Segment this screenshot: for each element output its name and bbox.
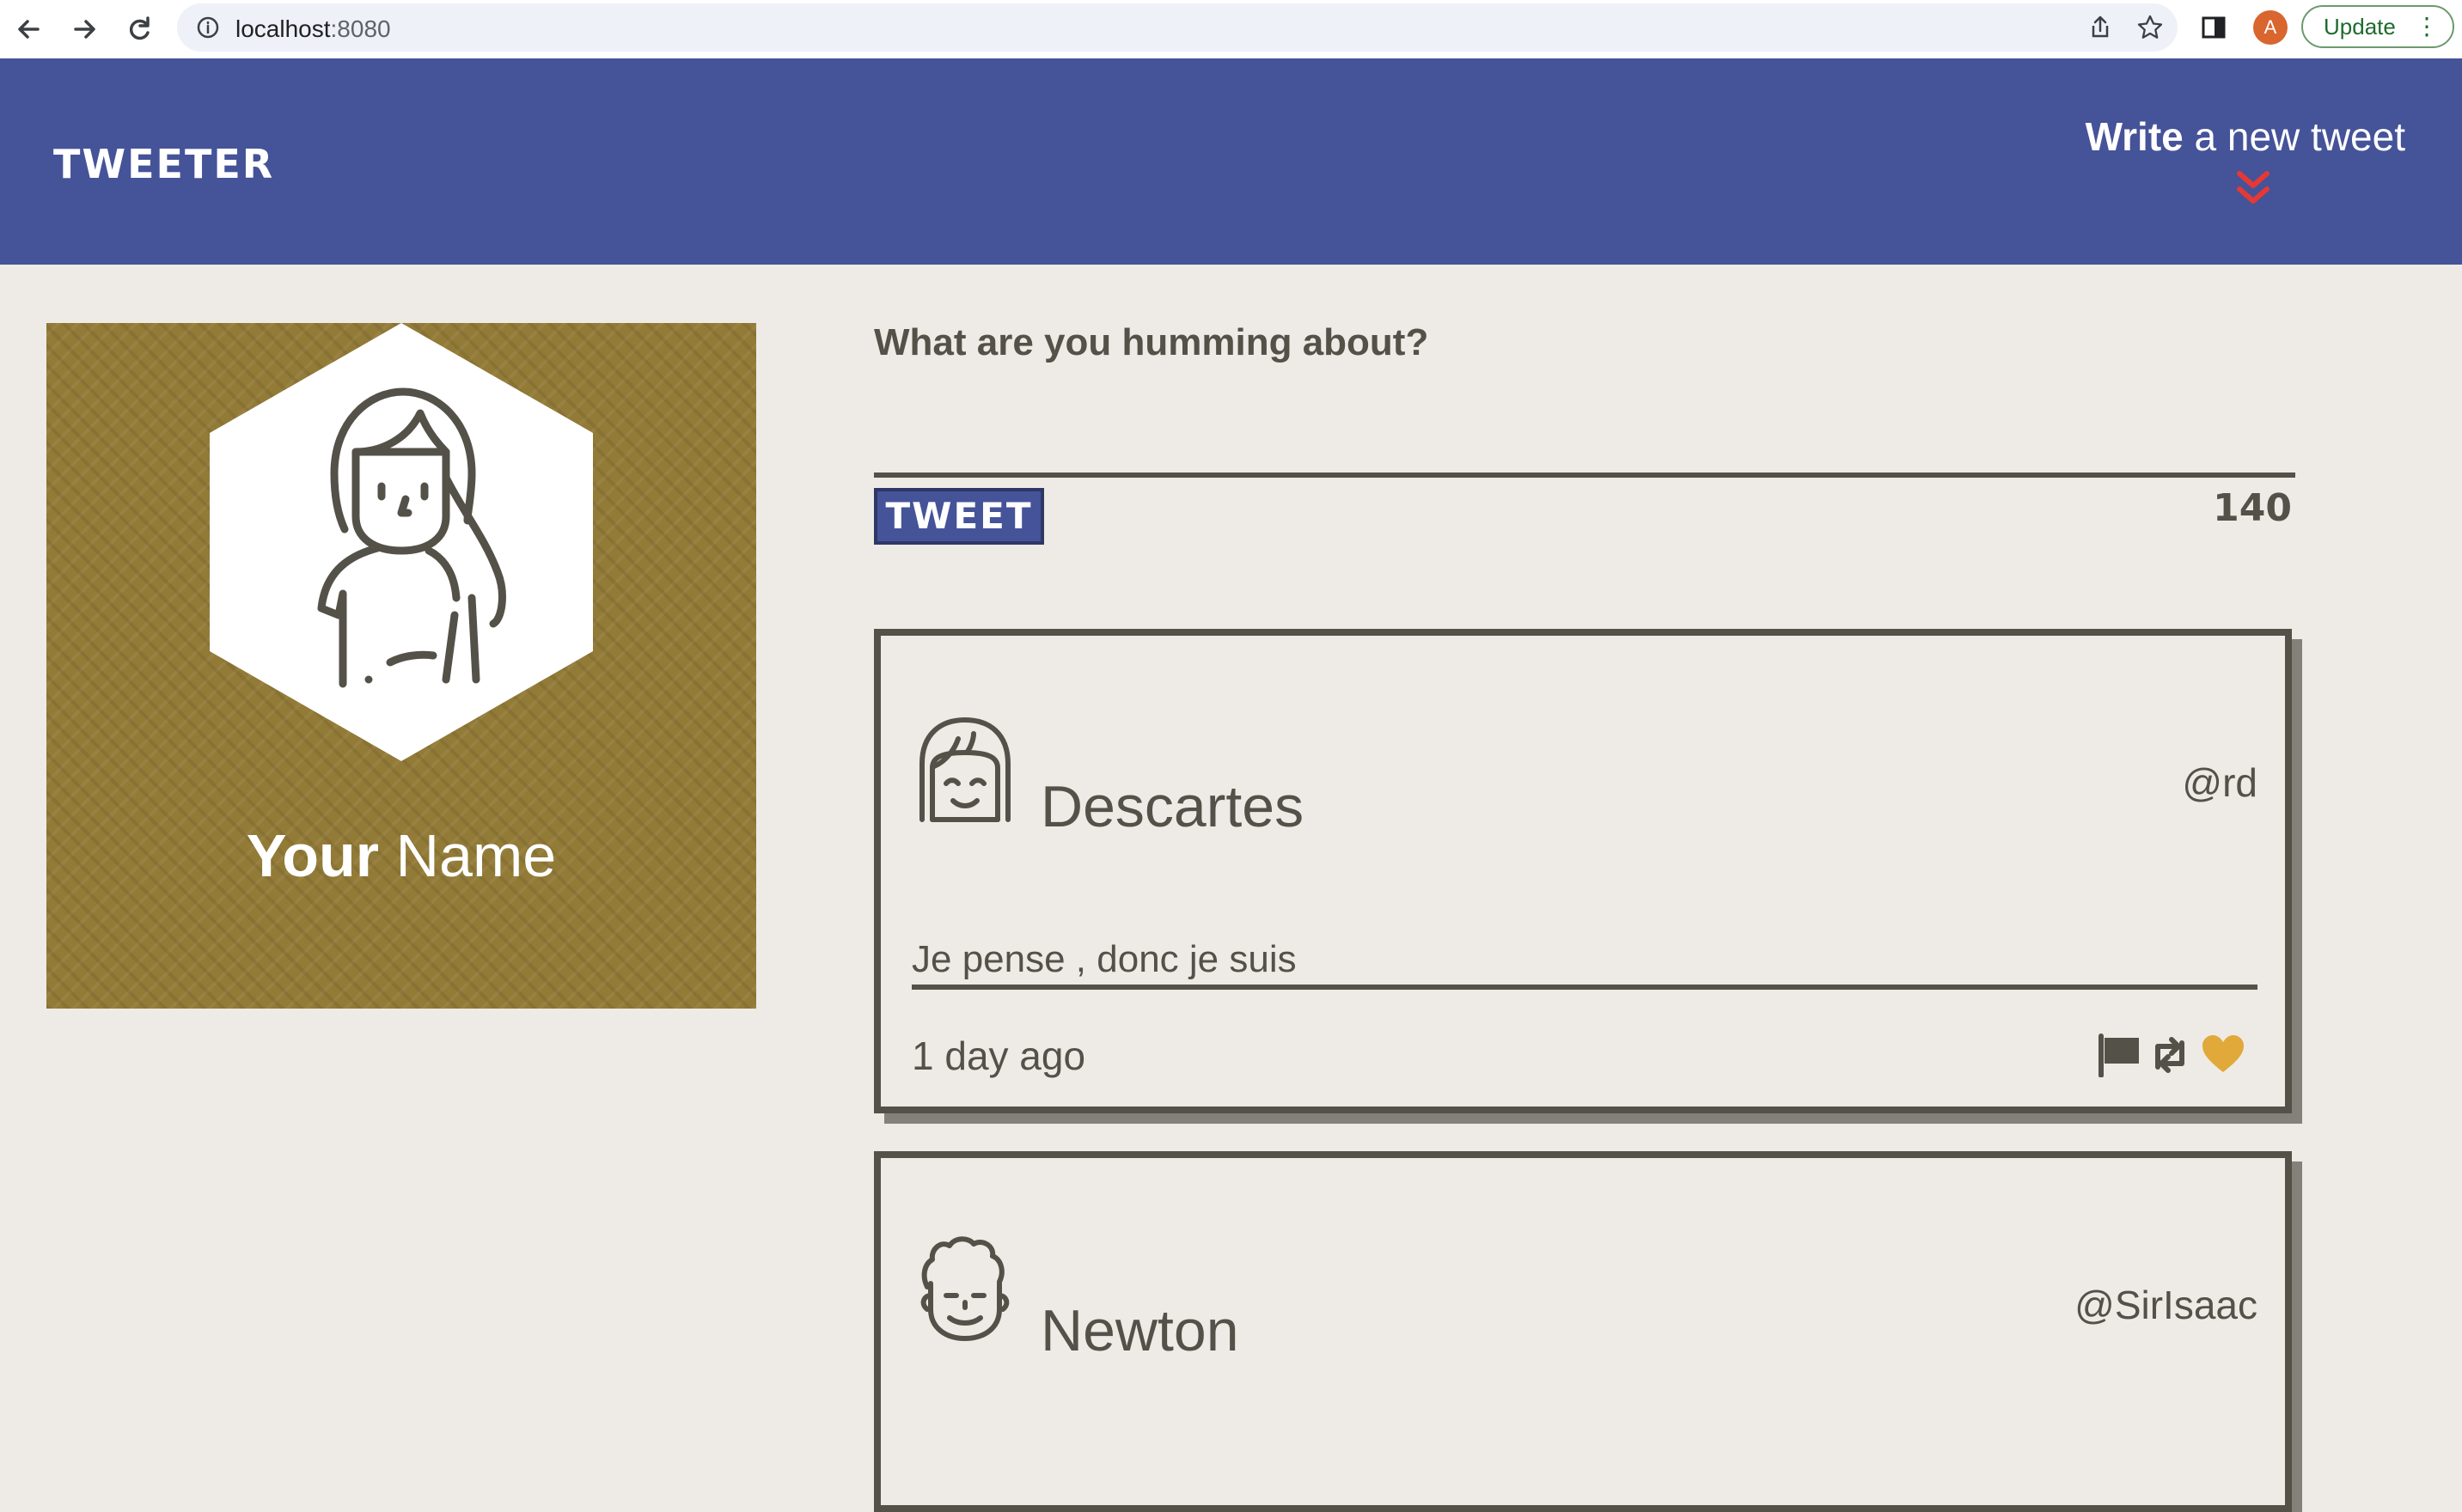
girl-face-icon <box>919 717 1011 822</box>
back-button[interactable] <box>10 10 48 48</box>
tweet-author-handle: @SirIsaac <box>2074 1283 2257 1327</box>
tweet-card: Newton @SirIsaac <box>874 1151 2292 1512</box>
forward-arrow-icon <box>74 20 95 39</box>
profile-card: Your Name <box>46 323 756 1009</box>
curly-hair-face-icon <box>920 1236 1010 1341</box>
reload-button[interactable] <box>120 10 158 48</box>
side-panel-icon[interactable] <box>2200 14 2227 41</box>
compose-toggle-bold: Write <box>2085 114 2184 159</box>
flag-icon[interactable] <box>2096 1033 2141 1077</box>
forward-button[interactable] <box>65 10 103 48</box>
app-header: TWEETER Write a new tweet <box>0 58 2462 265</box>
tweet-content: Je pense , donc je suis <box>912 938 2257 990</box>
tweet-author-handle: @rd <box>2182 760 2257 805</box>
bookmark-star-icon[interactable] <box>2136 14 2164 41</box>
compose-title: What are you humming about? <box>874 321 1429 363</box>
address-bar[interactable]: localhost:8080 <box>177 3 2178 52</box>
tweet-submit-button[interactable]: TWEET <box>874 488 1044 545</box>
compose-toggle[interactable]: Write a new tweet <box>2086 113 2405 160</box>
tweet-author-name: Descartes <box>1041 774 1304 839</box>
more-menu-icon: ⋮ <box>2415 13 2439 40</box>
retweet-icon[interactable] <box>2147 1033 2192 1077</box>
heart-icon[interactable] <box>2201 1033 2245 1077</box>
tweet-input[interactable] <box>874 378 2295 478</box>
char-counter: 140 <box>2213 486 2292 530</box>
share-icon[interactable] <box>2086 14 2114 41</box>
profile-avatar[interactable]: A <box>2253 10 2288 45</box>
tweet-card: Descartes @rd Je pense , donc je suis 1 … <box>874 629 2292 1113</box>
double-chevron-down-icon[interactable] <box>2234 168 2272 210</box>
browser-toolbar: localhost:8080 A Update ⋮ <box>0 0 2462 59</box>
tweet-actions <box>2096 1033 2251 1081</box>
update-button[interactable]: Update ⋮ <box>2301 5 2454 48</box>
tweet-timestamp: 1 day ago <box>912 1033 1086 1078</box>
compose-toggle-text: a new tweet <box>2183 114 2406 159</box>
site-info-icon[interactable] <box>196 15 220 40</box>
profile-avatar-hexagon <box>210 323 593 761</box>
profile-name: Your Name <box>246 822 557 889</box>
reload-icon <box>129 16 150 40</box>
tweet-author-name: Newton <box>1041 1298 1239 1363</box>
url-text: localhost:8080 <box>235 15 391 42</box>
app-logo[interactable]: TWEETER <box>53 141 274 187</box>
back-arrow-icon <box>18 20 40 39</box>
